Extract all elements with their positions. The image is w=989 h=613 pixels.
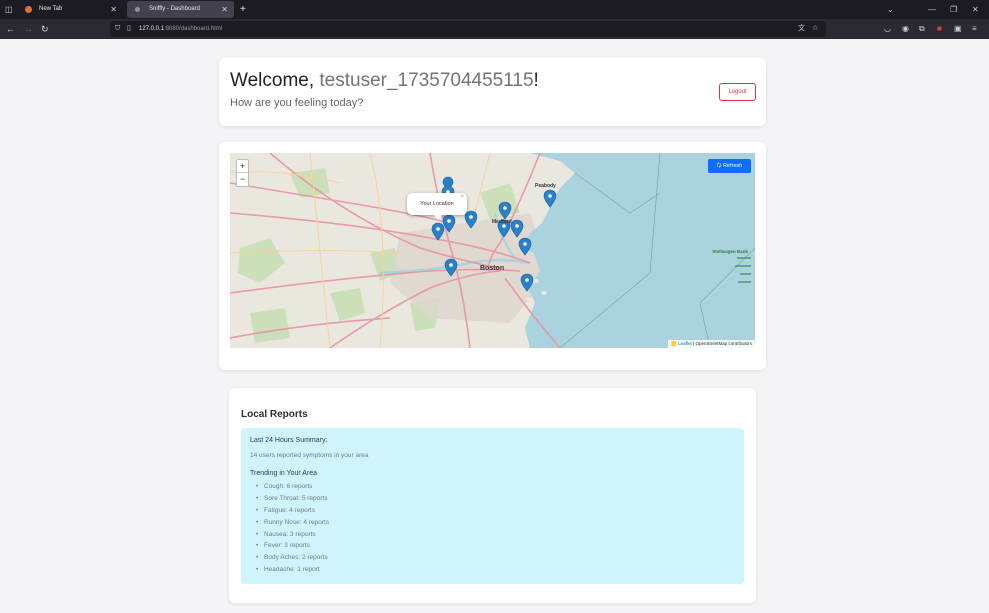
map-place-label: Boston	[480, 265, 505, 272]
local-reports-card: Local Reports Last 24 Hours Summary: 14 …	[229, 388, 756, 603]
trending-list: Cough: 6 reports Sore Throat: 5 reports …	[256, 481, 329, 576]
shield-icon[interactable]: ⛉	[115, 21, 120, 37]
pocket-icon[interactable]: ◡	[884, 19, 891, 39]
zoom-control: + −	[236, 159, 249, 187]
tab-new-tab[interactable]: New Tab ✕	[17, 1, 123, 18]
list-item: Fatigue: 4 reports	[256, 505, 329, 517]
map-card: Boston Medford Peabody Stellwagen Bank +…	[219, 142, 766, 370]
logout-button[interactable]: Logout	[719, 83, 756, 101]
forward-icon[interactable]: →	[24, 19, 33, 39]
tab-title: Sniffly - Dashboard	[149, 6, 200, 12]
refresh-button[interactable]: 🗘 Refresh	[708, 159, 751, 173]
addon-icon[interactable]: ■	[937, 19, 942, 39]
account-icon[interactable]: ◉	[902, 19, 909, 39]
map-place-label: Medford	[492, 219, 512, 225]
summary-text: 14 users reported symptoms in your area	[250, 452, 369, 459]
greeting-text: Welcome,	[230, 70, 315, 91]
list-item: Headache: 1 report	[256, 564, 329, 576]
list-item: Body Aches: 2 reports	[256, 552, 329, 564]
tab-dashboard[interactable]: Sniffly - Dashboard ✕	[127, 1, 234, 18]
new-tab-button[interactable]: +	[240, 1, 246, 18]
reports-title: Local Reports	[241, 409, 308, 420]
summary-title: Last 24 Hours Summary:	[250, 437, 328, 444]
popup-tip	[433, 214, 443, 220]
menu-icon[interactable]: ≡	[972, 19, 977, 39]
url-text[interactable]: 127.0.0.1:8080/dashboard.html	[139, 21, 222, 37]
map-place-label: Peabody	[535, 183, 556, 189]
zoom-in-button[interactable]: +	[237, 160, 248, 173]
sidebar-icon[interactable]: ▣	[954, 19, 962, 39]
list-item: Fever: 3 reports	[256, 540, 329, 552]
reload-icon[interactable]: ↻	[41, 19, 49, 39]
list-item: Nausea: 3 reports	[256, 529, 329, 541]
trending-title: Trending in Your Area	[250, 470, 318, 477]
location-popup: Your Location ×	[407, 193, 467, 220]
browser-tab-bar: ◫ New Tab ✕ Sniffly - Dashboard ✕ + ⌄ — …	[0, 0, 989, 19]
map-tiles	[230, 153, 755, 348]
tab-title: New Tab	[39, 6, 63, 12]
bookmark-star-icon[interactable]: ☆	[812, 21, 818, 37]
address-bar[interactable]: ⛉ ▯ 127.0.0.1:8080/dashboard.html 文 ☆	[110, 21, 826, 37]
restore-icon[interactable]: ❐	[950, 0, 957, 19]
welcome-subtitle: How are you feeling today?	[230, 97, 364, 109]
popup-close-icon[interactable]: ×	[460, 186, 464, 208]
welcome-heading: Welcome, testuser_1735704455115!	[230, 70, 539, 92]
extensions-icon[interactable]: ⧉	[919, 19, 925, 39]
firefox-view-icon[interactable]: ◫	[5, 0, 13, 19]
osm-attribution[interactable]: | OpenStreetMap contributors	[693, 341, 752, 346]
minimize-icon[interactable]: —	[928, 0, 936, 19]
map-attribution: 🟨 Leaflet | OpenStreetMap contributors	[668, 340, 755, 348]
username-text: testuser_1735704455115	[319, 70, 534, 91]
list-item: Runny Nose: 4 reports	[256, 517, 329, 529]
close-tab-icon[interactable]: ✕	[221, 1, 228, 18]
list-tabs-icon[interactable]: ⌄	[887, 0, 894, 19]
popup-text: Your Location	[420, 201, 454, 207]
page-icon	[135, 7, 140, 12]
back-icon[interactable]: ←	[6, 19, 15, 39]
close-tab-icon[interactable]: ✕	[110, 1, 117, 18]
list-item: Sore Throat: 5 reports	[256, 493, 329, 505]
greeting-suffix: !	[533, 70, 539, 91]
browser-toolbar: ← → ↻ ⛉ ▯ 127.0.0.1:8080/dashboard.html …	[0, 19, 989, 39]
page-info-icon[interactable]: ▯	[127, 21, 131, 37]
close-window-icon[interactable]: ✕	[972, 0, 979, 19]
welcome-card: Welcome, testuser_1735704455115! How are…	[219, 58, 766, 126]
map-place-label: Stellwagen Bank	[712, 249, 748, 254]
translate-icon[interactable]: 文	[798, 21, 805, 37]
summary-alert: Last 24 Hours Summary: 14 users reported…	[241, 428, 744, 584]
firefox-icon	[25, 6, 32, 13]
list-item: Cough: 6 reports	[256, 481, 329, 493]
symptom-map[interactable]: Boston Medford Peabody Stellwagen Bank +…	[230, 153, 755, 348]
zoom-out-button[interactable]: −	[237, 173, 248, 186]
leaflet-link[interactable]: 🟨 Leaflet	[671, 341, 691, 346]
